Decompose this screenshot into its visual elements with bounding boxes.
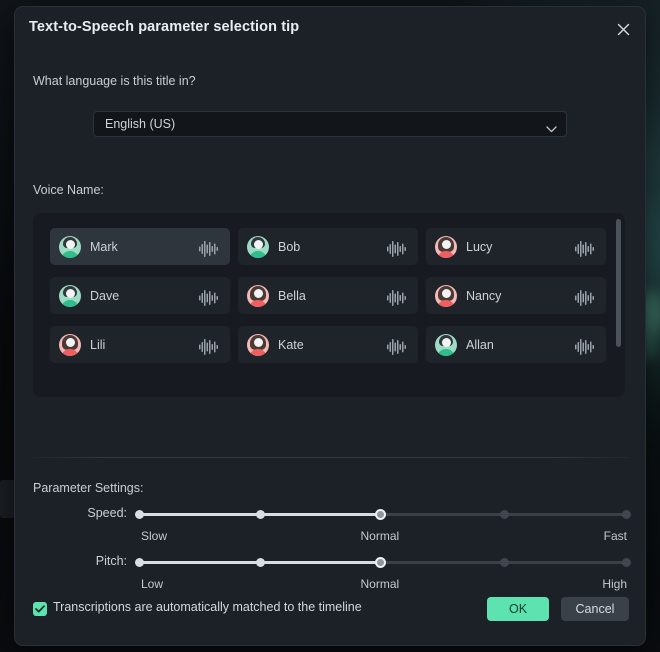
waveform-icon[interactable] — [575, 289, 595, 312]
waveform-icon[interactable] — [199, 289, 219, 312]
language-select-value: English (US) — [105, 117, 176, 131]
slider-tick[interactable] — [499, 510, 509, 519]
waveform-icon[interactable] — [387, 289, 407, 312]
voice-card-name: Kate — [278, 337, 304, 352]
auto-match-checkbox-label: Transcriptions are automatically matched… — [53, 600, 362, 614]
avatar — [435, 235, 457, 258]
language-question-label: What language is this title in? — [33, 74, 196, 88]
voice-card[interactable]: Allan — [426, 326, 606, 363]
language-select[interactable]: English (US) — [93, 111, 567, 137]
slider-scale-label-max: Fast — [603, 529, 627, 543]
voice-card-name: Mark — [90, 239, 118, 254]
voice-card[interactable]: Lucy — [426, 228, 606, 265]
tts-parameter-dialog: Text-to-Speech parameter selection tip W… — [14, 6, 646, 646]
slider-track[interactable] — [134, 557, 631, 568]
voice-card[interactable]: Dave — [50, 277, 230, 314]
slider-tick[interactable] — [256, 558, 266, 567]
ok-button[interactable]: OK — [487, 597, 549, 621]
voice-name-label: Voice Name: — [33, 183, 104, 197]
waveform-icon[interactable] — [199, 240, 219, 263]
waveform-icon[interactable] — [575, 240, 595, 263]
voice-card[interactable]: Lili — [50, 326, 230, 363]
waveform-icon[interactable] — [387, 338, 407, 361]
cancel-button[interactable]: Cancel — [561, 597, 629, 621]
avatar — [247, 333, 269, 356]
slider-tick[interactable] — [621, 558, 631, 567]
avatar — [435, 284, 457, 307]
slider-tick[interactable] — [134, 558, 144, 567]
waveform-icon[interactable] — [199, 338, 219, 361]
slider-tick[interactable] — [134, 510, 144, 519]
section-divider — [33, 457, 629, 458]
avatar — [59, 284, 81, 307]
voice-card[interactable]: Bob — [238, 228, 418, 265]
slider-scale-label-mid: Normal — [360, 577, 400, 591]
avatar — [59, 235, 81, 258]
slider-caption: Pitch: — [95, 554, 127, 568]
slider-caption: Speed: — [87, 506, 127, 520]
voice-list-scrollbar-thumb[interactable] — [616, 219, 621, 347]
voice-grid: Mark Bob Lucy Dave Bella Nancy Lili Kate Allan — [50, 228, 608, 363]
slider-handle[interactable] — [374, 509, 386, 520]
dialog-title: Text-to-Speech parameter selection tip — [29, 19, 300, 35]
slider-tick[interactable] — [499, 558, 509, 567]
avatar — [247, 235, 269, 258]
avatar — [247, 284, 269, 307]
voice-card-name: Bob — [278, 239, 301, 254]
voice-card[interactable]: Nancy — [426, 277, 606, 314]
chevron-down-icon — [546, 120, 557, 138]
voice-card-name: Lucy — [466, 239, 493, 254]
slider-scale-label-min: Low — [141, 577, 164, 591]
voice-card-name: Lili — [90, 337, 106, 352]
slider-scale-label-mid: Normal — [360, 529, 400, 543]
voice-card[interactable]: Mark — [50, 228, 230, 265]
avatar — [435, 333, 457, 356]
voice-card-name: Bella — [278, 288, 306, 303]
dialog-titlebar: Text-to-Speech parameter selection tip — [15, 7, 645, 51]
voice-card-name: Allan — [466, 337, 494, 352]
slider-scale-label-min: Slow — [141, 529, 168, 543]
voice-card[interactable]: Bella — [238, 277, 418, 314]
auto-match-checkbox[interactable] — [33, 602, 47, 616]
slider-handle[interactable] — [374, 557, 386, 568]
voice-card-name: Nancy — [466, 288, 502, 303]
voice-list-panel: Mark Bob Lucy Dave Bella Nancy Lili Kate Allan — [33, 213, 625, 397]
slider-tick[interactable] — [256, 510, 266, 519]
close-icon[interactable] — [610, 16, 636, 42]
slider-track[interactable] — [134, 509, 631, 520]
parameter-settings-label: Parameter Settings: — [33, 481, 144, 495]
slider-scale-label-max: High — [602, 577, 627, 591]
waveform-icon[interactable] — [387, 240, 407, 263]
voice-card[interactable]: Kate — [238, 326, 418, 363]
waveform-icon[interactable] — [575, 338, 595, 361]
dialog-body: What language is this title in? English … — [15, 51, 645, 645]
avatar — [59, 333, 81, 356]
voice-card-name: Dave — [90, 288, 120, 303]
slider-tick[interactable] — [621, 510, 631, 519]
